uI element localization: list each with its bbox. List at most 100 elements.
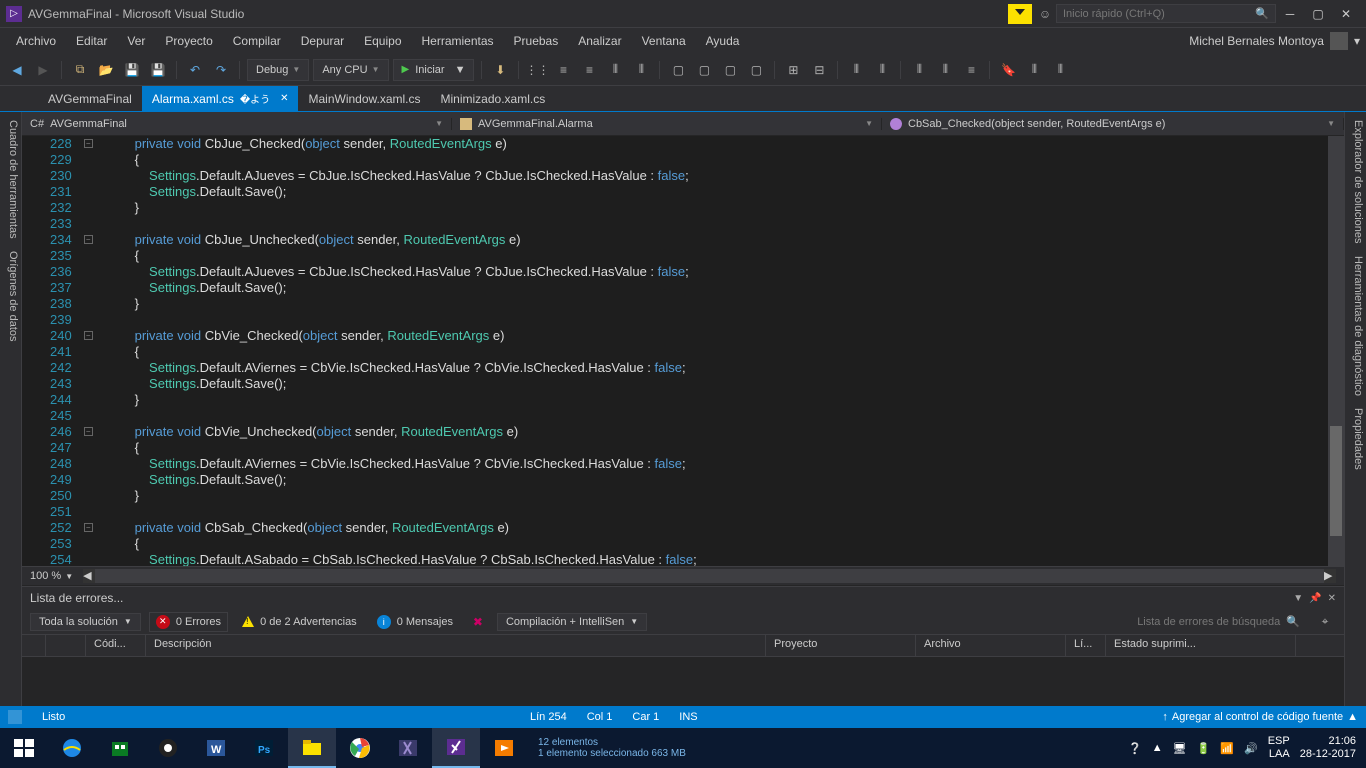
close-icon[interactable]: ✕ <box>1328 593 1336 604</box>
toolbar-icon[interactable]: ⫴ <box>934 59 956 81</box>
media-icon[interactable] <box>480 728 528 768</box>
toolbar-icon[interactable]: ⫴ <box>630 59 652 81</box>
minimize-button[interactable]: ─ <box>1276 4 1304 24</box>
platform-dropdown[interactable]: Any CPU▼ <box>313 59 388 81</box>
class-dropdown[interactable]: AVGemmaFinal.Alarma▼ <box>452 118 882 130</box>
horizontal-scrollbar[interactable]: ◀▶ <box>83 569 1336 583</box>
toolbar-icon[interactable]: ⫴ <box>871 59 893 81</box>
toolbar-icon[interactable]: ⫴ <box>1023 59 1045 81</box>
undo-button[interactable]: ↶ <box>184 59 206 81</box>
error-col[interactable]: Descripción <box>146 635 766 656</box>
warnings-filter[interactable]: 0 de 2 Advertencias <box>236 614 363 630</box>
menu-analizar[interactable]: Analizar <box>568 31 631 51</box>
file-tab[interactable]: Minimizado.xaml.cs <box>431 86 556 111</box>
help-icon[interactable]: ❔ <box>1128 742 1142 755</box>
menu-proyecto[interactable]: Proyecto <box>155 31 222 51</box>
errors-filter[interactable]: ✕0 Errores <box>149 612 228 632</box>
menu-depurar[interactable]: Depurar <box>291 31 354 51</box>
source-control-button[interactable]: ↑ Agregar al control de código fuente ▲ <box>1162 711 1358 723</box>
tray-date[interactable]: 28-12-2017 <box>1300 748 1356 761</box>
word-icon[interactable]: W <box>192 728 240 768</box>
system-tray[interactable]: ❔ ▲ 🖥 🔋 📶 🔊 ESPLAA 21:0628-12-2017 <box>1118 735 1366 761</box>
sidebar-tab-diagnostics[interactable]: Herramientas de diagnóstico <box>1347 256 1364 396</box>
chrome-icon[interactable] <box>336 728 384 768</box>
error-col[interactable] <box>22 635 46 656</box>
save-all-button[interactable]: 💾 <box>147 59 169 81</box>
tray-lang[interactable]: ESP <box>1268 735 1290 748</box>
clear-icon[interactable]: ✖ <box>467 611 489 633</box>
step-button[interactable]: ⬇ <box>489 59 511 81</box>
file-tab[interactable]: MainWindow.xaml.cs <box>298 86 430 111</box>
menu-pruebas[interactable]: Pruebas <box>504 31 569 51</box>
sidebar-tab-datasources[interactable]: Orígenes de datos <box>2 251 19 342</box>
error-col[interactable] <box>46 635 86 656</box>
notification-icon[interactable] <box>1008 4 1032 24</box>
toolbar-icon[interactable]: ⫴ <box>604 59 626 81</box>
error-col[interactable]: Proyecto <box>766 635 916 656</box>
volume-icon[interactable]: 🔊 <box>1244 742 1258 755</box>
toolbar-icon[interactable]: ▢ <box>719 59 741 81</box>
menu-herramientas[interactable]: Herramientas <box>412 31 504 51</box>
tray-icon[interactable]: 🖥 <box>1173 742 1187 755</box>
vs-icon[interactable] <box>432 728 480 768</box>
menu-ver[interactable]: Ver <box>117 31 155 51</box>
toolbar-icon[interactable]: ≡ <box>960 59 982 81</box>
member-dropdown[interactable]: CbSab_Checked(object sender, RoutedEvent… <box>882 118 1344 130</box>
tray-icon[interactable]: ▲ <box>1152 742 1163 754</box>
battery-icon[interactable]: 🔋 <box>1197 742 1211 755</box>
start-button[interactable]: ▶Iniciar▼ <box>393 59 475 81</box>
error-col[interactable]: Lí... <box>1066 635 1106 656</box>
build-filter[interactable]: Compilación + IntelliSen▼ <box>497 613 647 631</box>
tray-time[interactable]: 21:06 <box>1300 735 1356 748</box>
menu-archivo[interactable]: Archivo <box>6 31 66 51</box>
scope-filter[interactable]: Toda la solución▼ <box>30 613 141 631</box>
toolbar-icon[interactable]: ⫴ <box>845 59 867 81</box>
menu-editar[interactable]: Editar <box>66 31 117 51</box>
toolbar-icon[interactable]: ▢ <box>667 59 689 81</box>
nav-back-button[interactable]: ◀ <box>6 59 28 81</box>
quick-launch-input[interactable]: Inicio rápido (Ctrl+Q)🔍 <box>1056 4 1276 23</box>
toolbar-icon[interactable]: ⋮⋮ <box>526 59 548 81</box>
sidebar-tab-explorer[interactable]: Explorador de soluciones <box>1347 120 1364 244</box>
maximize-button[interactable]: ▢ <box>1304 4 1332 24</box>
feedback-icon[interactable]: ☺ <box>1034 4 1056 24</box>
vscode-icon[interactable] <box>384 728 432 768</box>
new-project-button[interactable]: ⧉ <box>69 59 91 81</box>
toolbar-icon[interactable]: ▢ <box>693 59 715 81</box>
save-button[interactable]: 💾 <box>121 59 143 81</box>
network-icon[interactable]: 📶 <box>1220 742 1234 755</box>
fold-gutter[interactable]: −−−−− <box>82 136 98 566</box>
open-button[interactable]: 📂 <box>95 59 117 81</box>
config-dropdown[interactable]: Debug▼ <box>247 59 309 81</box>
sidebar-tab-toolbox[interactable]: Cuadro de herramientas <box>2 120 19 239</box>
menu-equipo[interactable]: Equipo <box>354 31 411 51</box>
file-tab[interactable]: Alarma.xaml.cs�よう✕ <box>142 86 299 111</box>
pin-icon[interactable]: 📌 <box>1309 593 1321 604</box>
start-menu-button[interactable] <box>0 728 48 768</box>
error-col[interactable]: Códi... <box>86 635 146 656</box>
dropdown-icon[interactable]: ▼ <box>1293 593 1303 604</box>
toolbar-icon[interactable]: ⫴ <box>1049 59 1071 81</box>
code-area[interactable]: private void CbJue_Checked(object sender… <box>98 136 1328 566</box>
close-button[interactable]: ✕ <box>1332 4 1360 24</box>
filter-icon[interactable]: ⌖ <box>1314 611 1336 633</box>
toolbar-icon[interactable]: ≡ <box>552 59 574 81</box>
code-editor[interactable]: 2282292302312322332342352362372382392402… <box>22 136 1344 566</box>
menu-ayuda[interactable]: Ayuda <box>696 31 750 51</box>
scope-dropdown[interactable]: C#AVGemmaFinal▼ <box>22 118 452 130</box>
menu-compilar[interactable]: Compilar <box>223 31 291 51</box>
photoshop-icon[interactable]: Ps <box>240 728 288 768</box>
toolbar-icon[interactable]: ≡ <box>578 59 600 81</box>
toolbar-icon[interactable]: ⊞ <box>782 59 804 81</box>
app-icon[interactable] <box>144 728 192 768</box>
tray-keyboard[interactable]: LAA <box>1268 748 1290 761</box>
explorer-icon[interactable] <box>288 728 336 768</box>
menu-ventana[interactable]: Ventana <box>632 31 696 51</box>
toolbar-icon[interactable]: ⫴ <box>908 59 930 81</box>
store-icon[interactable] <box>96 728 144 768</box>
error-col[interactable]: Archivo <box>916 635 1066 656</box>
ie-icon[interactable] <box>48 728 96 768</box>
messages-filter[interactable]: i0 Mensajes <box>371 613 459 631</box>
redo-button[interactable]: ↷ <box>210 59 232 81</box>
error-col[interactable]: Estado suprimi... <box>1106 635 1296 656</box>
